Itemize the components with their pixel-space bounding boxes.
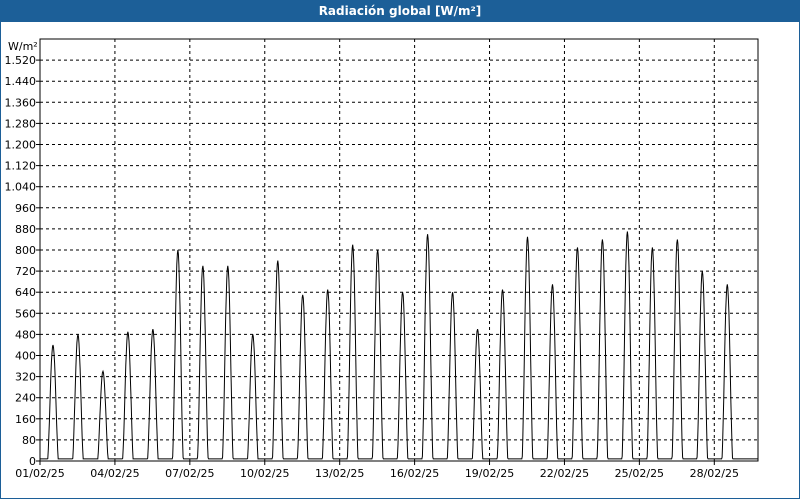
x-tick-label: 10/02/25	[240, 467, 289, 480]
y-tick-label: 320	[15, 371, 36, 384]
x-tick-label: 01/02/25	[15, 467, 64, 480]
x-tick-label: 07/02/25	[165, 467, 214, 480]
y-tick-label: 240	[15, 392, 36, 405]
y-tick-label: 560	[15, 307, 36, 320]
y-axis-ticks: 0801602403204004805606407208008809601.04…	[5, 54, 40, 468]
y-tick-label: 1.120	[5, 160, 37, 173]
y-tick-label: 80	[22, 434, 36, 447]
x-tick-label: 25/02/25	[615, 467, 664, 480]
y-axis-unit-label: W/m²	[8, 40, 38, 53]
y-tick-label: 800	[15, 244, 36, 257]
x-axis-ticks: 01/02/25 04/02/25 07/02/25 10/02/25 13/02/25…	[15, 461, 739, 480]
y-tick-label: 1.440	[5, 75, 37, 88]
y-tick-label: 480	[15, 328, 36, 341]
x-tick-label: 19/02/25	[465, 467, 514, 480]
y-tick-label: 160	[15, 413, 36, 426]
y-tick-label: 1.280	[5, 117, 37, 130]
x-tick-label: 28/02/25	[690, 467, 739, 480]
y-tick-label: 1.360	[5, 96, 37, 109]
y-tick-label: 400	[15, 350, 36, 363]
x-tick-label: 16/02/25	[390, 467, 439, 480]
y-tick-label: 880	[15, 223, 36, 236]
y-tick-label: 1.520	[5, 54, 37, 67]
y-tick-label: 960	[15, 202, 36, 215]
y-tick-label: 720	[15, 265, 36, 278]
x-tick-label: 22/02/25	[540, 467, 589, 480]
y-tick-label: 640	[15, 286, 36, 299]
x-tick-label: 13/02/25	[315, 467, 364, 480]
radiation-series-line	[40, 231, 758, 460]
y-tick-label: 1.040	[5, 181, 37, 194]
radiation-chart: W/m² 08016024032040048056064072080088096…	[5, 38, 759, 480]
x-tick-label: 04/02/25	[90, 467, 139, 480]
y-tick-label: 1.200	[5, 139, 37, 152]
